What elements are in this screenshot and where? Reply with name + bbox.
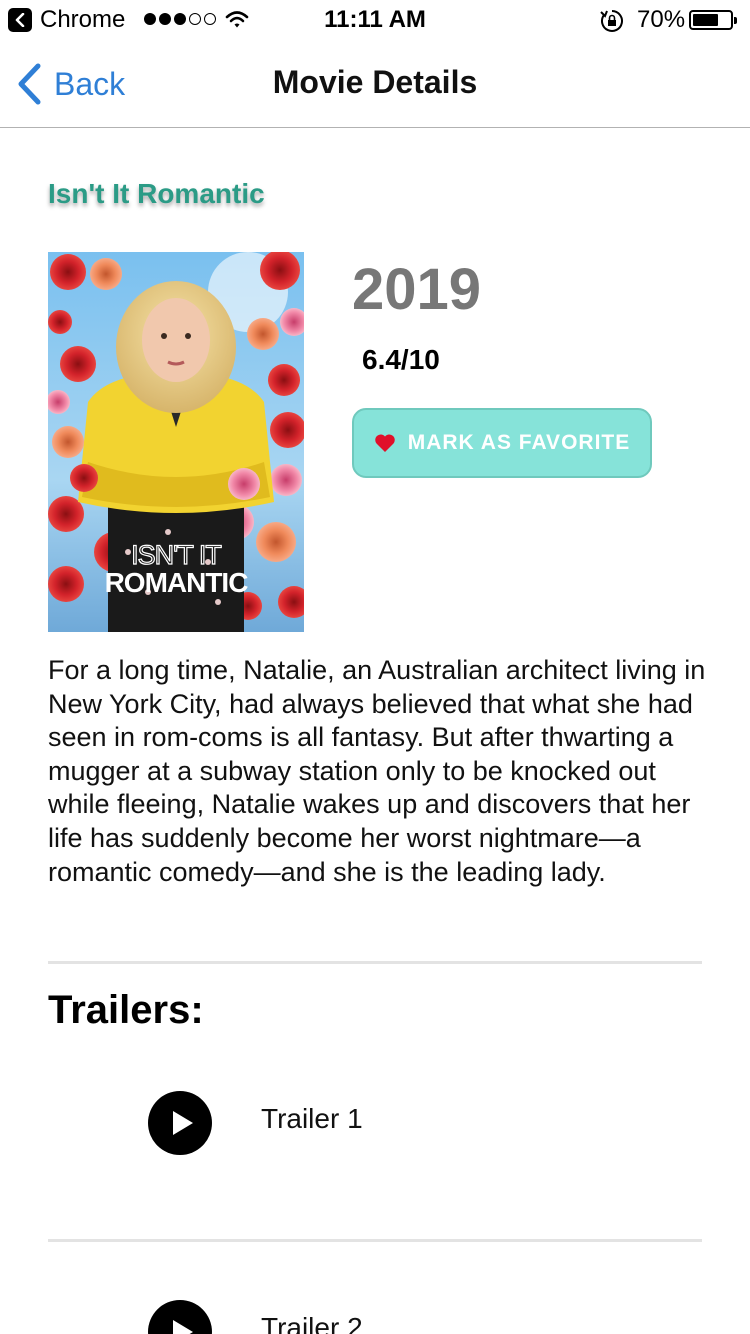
play-icon[interactable]	[148, 1091, 212, 1155]
divider	[48, 1239, 702, 1242]
favorite-button-label: MARK AS FAVORITE	[407, 431, 631, 454]
battery-icon	[689, 10, 737, 30]
movie-title: Isn't It Romantic	[48, 178, 265, 209]
movie-poster: ISN'T IT ROMANTIC	[48, 252, 304, 632]
trailers-heading: Trailers:	[48, 988, 204, 1032]
release-year: 2019	[352, 257, 482, 322]
movie-overview: For a long time, Natalie, an Australian …	[48, 655, 706, 887]
divider	[48, 961, 702, 964]
poster-title-line2: ROMANTIC	[105, 567, 249, 598]
battery-percentage: 70%	[637, 6, 686, 33]
navigation-bar: Back Movie Details	[0, 40, 750, 128]
movie-rating: 6.4/10	[362, 344, 440, 375]
trailer-label[interactable]: Trailer 2	[261, 1312, 363, 1334]
trailer-item[interactable]: Trailer 2	[148, 1300, 363, 1334]
trailer-label[interactable]: Trailer 1	[261, 1103, 363, 1135]
mark-as-favorite-button[interactable]: MARK AS FAVORITE	[352, 408, 652, 478]
status-bar: Chrome 11:11 AM 70%	[0, 0, 750, 40]
trailer-item[interactable]: Trailer 1	[148, 1091, 363, 1155]
orientation-lock-icon	[600, 9, 624, 38]
page-title: Movie Details	[272, 64, 478, 100]
play-icon[interactable]	[148, 1300, 212, 1334]
heart-icon	[374, 433, 396, 453]
poster-title-line1: ISN'T IT	[131, 540, 221, 570]
